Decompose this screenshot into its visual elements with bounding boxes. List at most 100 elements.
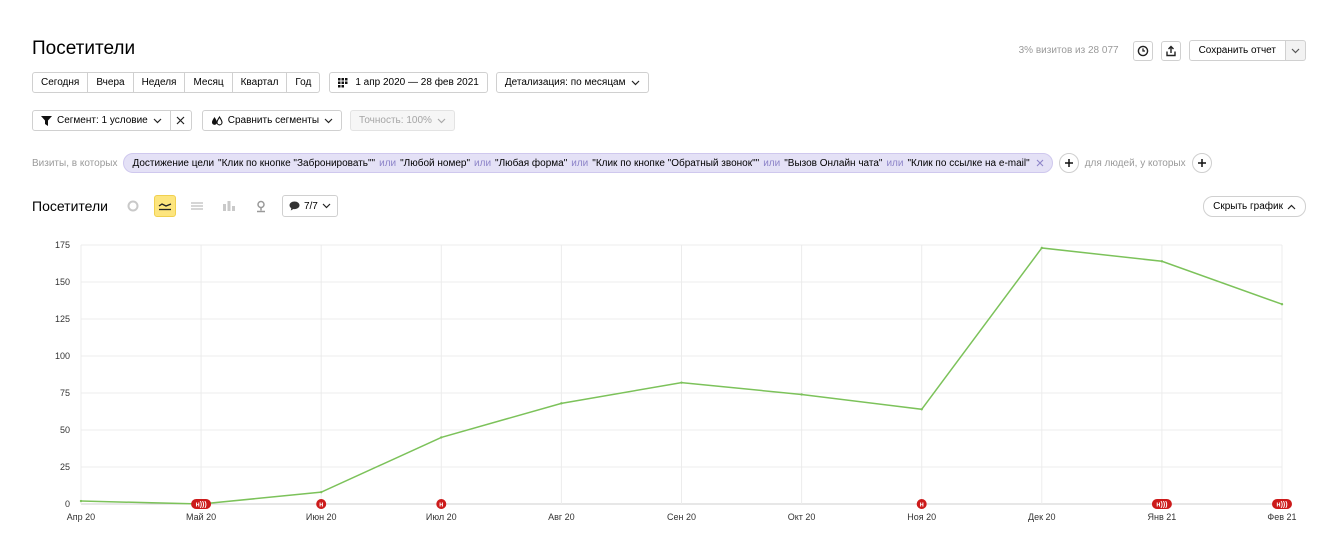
chevron-down-icon: [153, 118, 162, 123]
plus-icon: [1064, 159, 1073, 167]
note-marker-label: н: [920, 502, 924, 509]
add-visit-condition-button[interactable]: [1058, 153, 1079, 173]
chevron-down-icon: [322, 203, 331, 209]
compare-segments-button[interactable]: Сравнить сегменты: [201, 110, 343, 131]
period-month-button[interactable]: Месяц: [185, 72, 233, 93]
chart-mode-bar[interactable]: [218, 195, 240, 217]
chevron-down-icon: [1291, 48, 1300, 53]
date-range-label: 1 апр 2020 — 28 фев 2021: [355, 77, 479, 88]
period-week-button[interactable]: Неделя: [133, 72, 186, 93]
close-icon[interactable]: [1036, 159, 1044, 167]
save-report-button[interactable]: Сохранить отчет: [1188, 40, 1286, 61]
y-tick-label: 175: [55, 240, 70, 250]
chart-title: Посетители: [32, 198, 108, 214]
filter-icon: [41, 115, 52, 126]
area-chart-icon: [190, 202, 203, 210]
x-tick-label: Фев 21: [1267, 512, 1296, 522]
x-tick-label: Ноя 20: [907, 512, 936, 522]
people-filter-label: для людей, у которых: [1084, 157, 1186, 169]
x-tick-label: Окт 20: [788, 512, 816, 522]
y-tick-label: 125: [55, 314, 70, 324]
chart-header: Посетители 7/7: [32, 195, 338, 217]
hide-chart-label: Скрыть график: [1213, 201, 1283, 212]
chart-mode-map[interactable]: [250, 195, 272, 217]
period-toolbar: Сегодня Вчера Неделя Месяц Квартал Год 1…: [32, 72, 649, 93]
note-marker-label: н: [439, 502, 443, 509]
history-button[interactable]: [1132, 40, 1153, 61]
share-icon: [1165, 45, 1176, 56]
notes-toggle-button[interactable]: 7/7: [281, 195, 338, 217]
y-tick-label: 25: [60, 462, 70, 472]
y-tick-label: 75: [60, 388, 70, 398]
segment-clear-button[interactable]: [170, 110, 192, 131]
filter-or: или: [379, 157, 397, 169]
chart-mode-pie[interactable]: [122, 195, 144, 217]
comment-icon: [289, 201, 300, 211]
filter-or: или: [763, 157, 781, 169]
data-point: [800, 393, 803, 396]
plus-icon: [1197, 159, 1206, 167]
save-options-dropdown[interactable]: [1286, 40, 1306, 61]
notes-count: 7/7: [303, 200, 318, 212]
filter-condition: "Клик по кнопке "Обратный звонок"": [592, 157, 760, 169]
note-marker-label: н))): [1156, 502, 1167, 509]
date-range-picker[interactable]: 1 апр 2020 — 28 фев 2021: [329, 72, 488, 93]
note-marker-label: н))): [1276, 502, 1287, 509]
sampling-info[interactable]: 3% визитов из 28 077: [1019, 45, 1119, 56]
accuracy-label: Точность: 100%: [359, 115, 432, 126]
export-button[interactable]: [1160, 40, 1181, 61]
x-tick-label: Июн 20: [306, 512, 337, 522]
compare-segments-label: Сравнить сегменты: [227, 115, 320, 126]
filter-or: или: [886, 157, 904, 169]
bar-chart-icon: [222, 201, 235, 211]
period-quarter-button[interactable]: Квартал: [232, 72, 288, 93]
pie-chart-icon: [127, 200, 139, 212]
chart-mode-area[interactable]: [186, 195, 208, 217]
data-point: [79, 499, 83, 503]
filter-condition: "Клик по ссылке на e-mail": [907, 157, 1030, 169]
data-point: [680, 381, 683, 384]
segment-label: Сегмент: 1 условие: [57, 115, 148, 126]
chevron-down-icon: [437, 118, 446, 123]
hide-chart-button[interactable]: Скрыть график: [1203, 196, 1306, 217]
x-tick-label: Май 20: [186, 512, 216, 522]
segment-button[interactable]: Сегмент: 1 условие: [32, 110, 171, 131]
note-marker-label: н: [319, 502, 323, 509]
filter-or: или: [474, 157, 492, 169]
period-today-button[interactable]: Сегодня: [32, 72, 89, 93]
chevron-up-icon: [1287, 204, 1296, 209]
y-tick-label: 0: [65, 499, 70, 509]
data-point: [1040, 246, 1044, 250]
drops-icon: [211, 115, 223, 125]
filter-condition: "Клик по кнопке "Забронировать"": [218, 157, 376, 169]
filter-condition: "Вызов Онлайн чата": [784, 157, 883, 169]
chart-mode-line[interactable]: [153, 195, 176, 217]
filter-condition: "Любая форма": [495, 157, 568, 169]
add-people-condition-button[interactable]: [1191, 153, 1212, 173]
segment-toolbar: Сегмент: 1 условие Сравнить сегменты Точ…: [32, 110, 455, 131]
period-yesterday-button[interactable]: Вчера: [88, 72, 134, 93]
y-tick-label: 100: [55, 351, 70, 361]
filter-prefix: Визиты, в которых: [32, 157, 118, 169]
data-point: [1160, 260, 1164, 263]
note-marker-label: н))): [195, 502, 206, 509]
y-tick-label: 50: [60, 425, 70, 435]
clock-icon: [1137, 45, 1148, 56]
y-tick-label: 150: [55, 277, 70, 287]
detail-select[interactable]: Детализация: по месяцам: [495, 72, 649, 93]
data-point: [920, 408, 923, 411]
filter-goal-prefix: Достижение цели: [132, 157, 215, 169]
period-year-button[interactable]: Год: [287, 72, 321, 93]
x-tick-label: Авг 20: [548, 512, 575, 522]
filter-condition-pill[interactable]: Достижение цели "Клик по кнопке "Заброни…: [123, 153, 1053, 173]
chevron-down-icon: [631, 80, 639, 85]
page-title: Посетители: [32, 38, 136, 59]
calendar-icon: [338, 77, 348, 87]
filter-row: Визиты, в которых Достижение цели "Клик …: [32, 153, 1218, 173]
data-point: [560, 402, 563, 405]
data-point: [1280, 303, 1284, 306]
visitors-line-chart: 0 25 50 75 100 125 150 175 Апр 20 Май 20 Июн 20 Июл…: [55, 240, 1297, 522]
x-tick-label: Июл 20: [426, 512, 457, 522]
data-point: [440, 436, 443, 439]
accuracy-select[interactable]: Точность: 100%: [350, 110, 455, 131]
